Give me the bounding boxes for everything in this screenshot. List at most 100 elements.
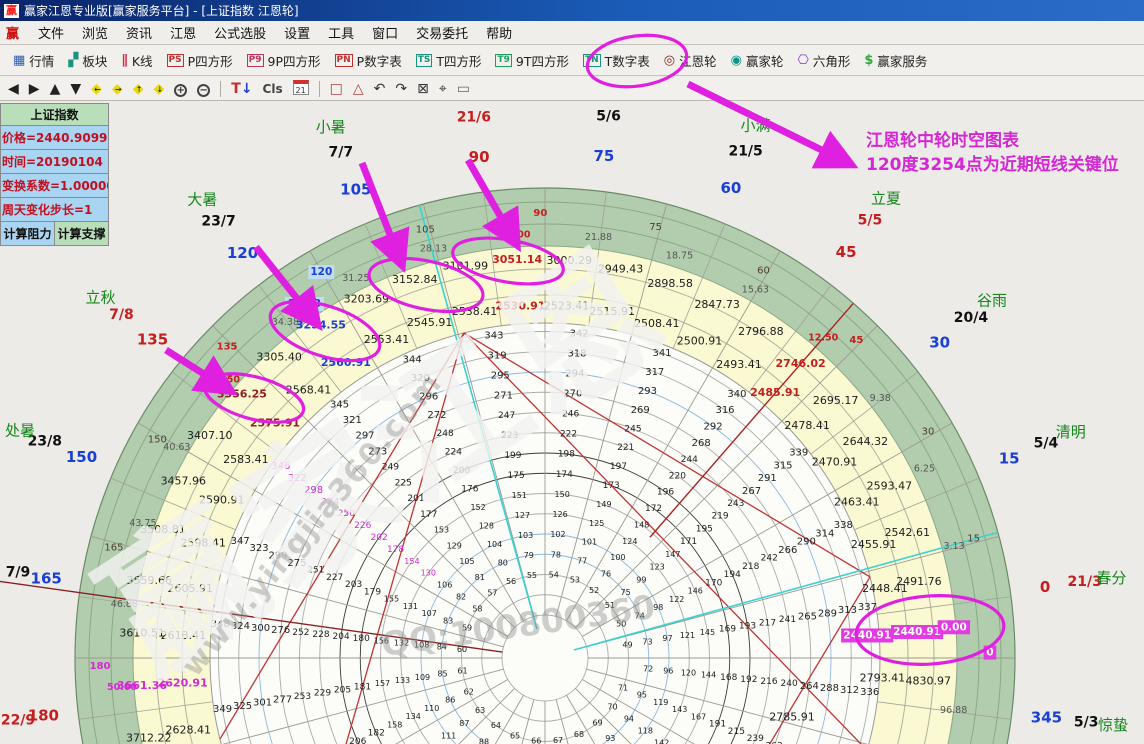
menu-item-文件[interactable]: 文件: [29, 25, 73, 44]
svg-text:3457.96: 3457.96: [161, 475, 207, 488]
svg-text:33.33: 33.33: [288, 298, 321, 310]
toolbar-button-K线[interactable]: ∥K线: [114, 48, 159, 73]
tool-nav-left[interactable]: ◀: [8, 80, 19, 98]
svg-text:181: 181: [354, 682, 371, 692]
svg-text:7/7: 7/7: [329, 145, 354, 161]
menu-item-浏览[interactable]: 浏览: [73, 25, 117, 44]
toolbar-label: P数字表: [357, 51, 402, 70]
svg-text:145: 145: [700, 628, 715, 637]
svg-text:337: 337: [858, 602, 877, 613]
svg-text:133: 133: [395, 676, 410, 685]
toolbar-button-赢家轮[interactable]: ◉赢家轮: [724, 48, 791, 73]
tool-rotate-cw[interactable]: ↷: [395, 80, 407, 98]
svg-text:245: 245: [624, 424, 641, 434]
svg-text:150: 150: [555, 490, 570, 499]
toolbar-button-江恩轮[interactable]: ◎江恩轮: [657, 48, 724, 73]
toolbar-button-9T四方形[interactable]: T99T四方形: [488, 48, 576, 73]
tool-square-tool[interactable]: □: [330, 80, 343, 98]
toolbar-button-六角形[interactable]: ⎔六角形: [791, 48, 858, 73]
menu-item-资讯[interactable]: 资讯: [117, 25, 161, 44]
svg-text:316: 316: [715, 405, 734, 416]
svg-text:134: 134: [406, 712, 421, 721]
svg-text:215: 215: [728, 727, 745, 737]
svg-text:71: 71: [618, 683, 628, 692]
tool-triangle-tool[interactable]: △: [353, 80, 364, 98]
tool-step-left[interactable]: ◆←: [91, 80, 102, 98]
toolbar-button-T数字表[interactable]: TNT数字表: [576, 48, 657, 73]
menu-item-窗口[interactable]: 窗口: [363, 25, 407, 44]
svg-text:106: 106: [437, 581, 452, 590]
tool-screen[interactable]: ▭: [457, 80, 470, 98]
menu-item-交易委托[interactable]: 交易委托: [407, 25, 477, 44]
svg-text:2515.91: 2515.91: [589, 305, 635, 318]
svg-text:343: 343: [484, 331, 503, 342]
svg-text:268: 268: [692, 438, 711, 449]
tool-step-up[interactable]: ◆↑: [133, 80, 144, 98]
svg-text:95: 95: [637, 691, 647, 700]
svg-text:240: 240: [781, 679, 798, 689]
tool-zoom-out[interactable]: −: [197, 80, 210, 98]
info-row-0: 价格=2440.9099: [1, 126, 108, 150]
svg-text:253: 253: [294, 692, 311, 702]
toolbar-button-9P四方形[interactable]: P99P四方形: [240, 48, 328, 73]
window-title: 赢家江恩专业版[赢家服务平台] - [上证指数 江恩轮]: [24, 2, 299, 19]
svg-text:2695.17: 2695.17: [813, 394, 859, 407]
svg-text:201: 201: [407, 494, 424, 504]
svg-text:7/8: 7/8: [109, 307, 134, 323]
tool-calendar[interactable]: 21: [293, 80, 309, 98]
svg-text:6.25: 6.25: [914, 463, 935, 474]
button-计算阻力[interactable]: 计算阻力: [1, 222, 55, 245]
svg-text:324: 324: [231, 621, 250, 632]
tool-rotate-ccw[interactable]: ↶: [374, 80, 386, 98]
svg-text:12.50: 12.50: [808, 333, 838, 344]
svg-text:98: 98: [653, 603, 663, 612]
svg-text:70: 70: [607, 703, 617, 712]
svg-text:72: 72: [643, 664, 653, 673]
svg-text:34.38: 34.38: [272, 317, 299, 328]
svg-text:2478.41: 2478.41: [784, 419, 830, 432]
svg-text:226: 226: [354, 521, 371, 531]
menu-item-工具[interactable]: 工具: [319, 25, 363, 44]
svg-text:345: 345: [330, 399, 349, 410]
toolbar-label: P四方形: [188, 51, 233, 70]
svg-text:177: 177: [420, 510, 437, 520]
tool-box-x[interactable]: ⊠: [417, 80, 429, 98]
svg-text:200: 200: [453, 466, 470, 476]
tool-nav-up[interactable]: ▲: [50, 80, 61, 98]
tool-time-axis[interactable]: T↓: [231, 80, 252, 98]
svg-text:271: 271: [494, 391, 513, 402]
tool-nav-right[interactable]: ▶: [29, 80, 40, 98]
tool-step-down[interactable]: ◆↓: [153, 80, 164, 98]
svg-text:74: 74: [635, 611, 645, 620]
toolbar-label: 江恩轮: [679, 51, 717, 70]
menu-item-公式选股[interactable]: 公式选股: [205, 25, 275, 44]
app-logo-icon: 赢: [4, 4, 19, 18]
svg-text:小暑: 小暑: [316, 118, 346, 136]
tool-nav-down[interactable]: ▼: [70, 80, 81, 98]
menu-item-江恩[interactable]: 江恩: [161, 25, 205, 44]
svg-text:25.00: 25.00: [500, 230, 530, 241]
toolbar-button-板块[interactable]: ▞板块: [61, 48, 114, 73]
svg-text:251: 251: [307, 566, 324, 576]
toolbar-label: 赢家服务: [877, 51, 927, 70]
tool-zoom-in[interactable]: +: [174, 80, 187, 98]
toolbar-button-T四方形[interactable]: TST四方形: [409, 48, 489, 73]
toolbar-button-赢家服务[interactable]: $赢家服务: [857, 48, 934, 73]
svg-text:21/6: 21/6: [457, 110, 491, 126]
button-计算支撑[interactable]: 计算支撑: [55, 222, 108, 245]
svg-text:3152.84: 3152.84: [392, 273, 438, 286]
gann-wheel-chart[interactable]: 4950515253545556575859606162636465666768…: [0, 101, 1144, 744]
svg-text:345: 345: [1031, 708, 1062, 726]
menu-item-设置[interactable]: 设置: [275, 25, 319, 44]
tool-center-target[interactable]: ⌖: [439, 80, 447, 98]
info-panel: 上证指数 价格=2440.9099时间=20190104变换系数=1.00000…: [0, 103, 109, 246]
toolbar-button-行情[interactable]: ▦行情: [6, 48, 61, 73]
svg-text:171: 171: [680, 537, 697, 547]
tool-cls[interactable]: Cls: [263, 80, 283, 98]
svg-text:64: 64: [491, 721, 501, 730]
toolbar-button-P数字表[interactable]: PNP数字表: [328, 48, 409, 73]
toolbar-button-P四方形[interactable]: PSP四方形: [160, 48, 240, 73]
svg-text:154: 154: [404, 557, 419, 566]
menu-item-帮助[interactable]: 帮助: [477, 25, 521, 44]
tool-step-right[interactable]: ◆→: [112, 80, 123, 98]
